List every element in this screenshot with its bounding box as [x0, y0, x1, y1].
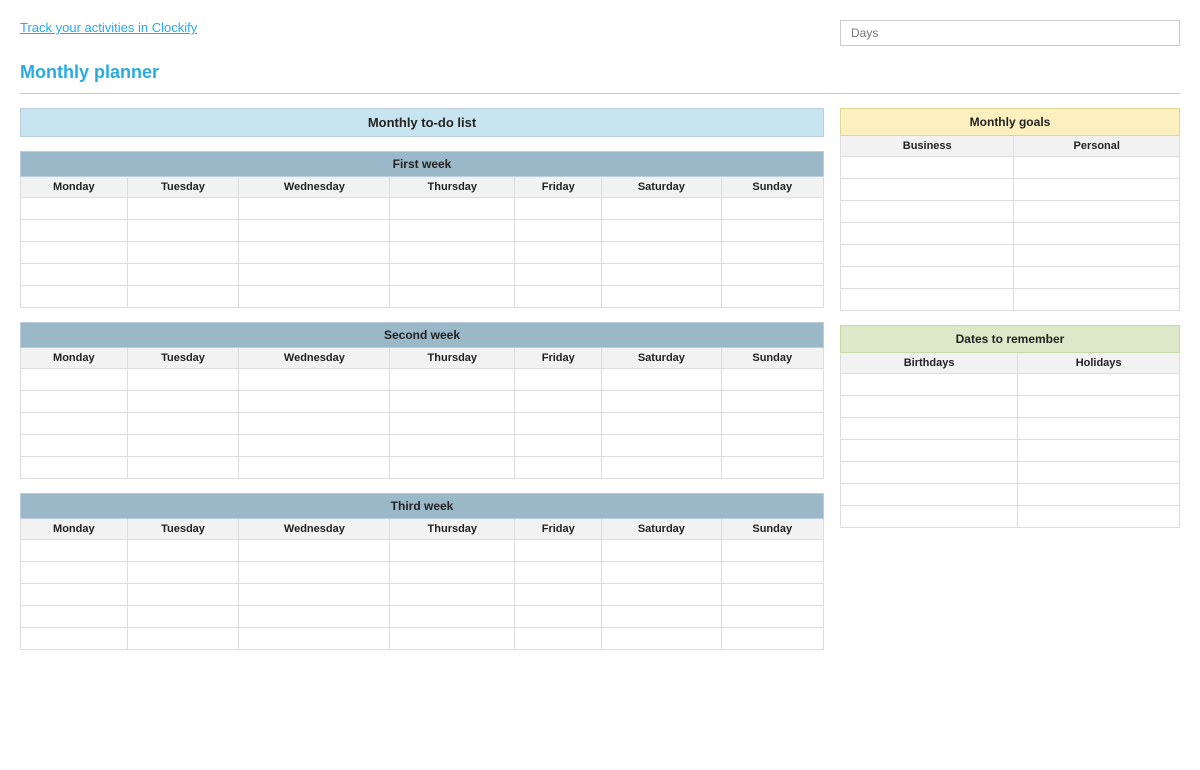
week3-thursday: Thursday	[390, 519, 515, 540]
week1-monday: Monday	[21, 177, 128, 198]
table-row	[21, 606, 824, 628]
week3-friday: Friday	[515, 519, 602, 540]
table-row	[21, 435, 824, 457]
todo-list-container: Monthly to-do list	[20, 108, 824, 137]
dates-subheader-row: Birthdays Holidays	[841, 353, 1180, 374]
week2-table: Second week Monday Tuesday Wednesday Thu…	[20, 322, 824, 479]
dates-title: Dates to remember	[841, 326, 1180, 353]
clockify-link[interactable]: Track your activities in Clockify	[20, 20, 197, 35]
week1-header-row: First week	[21, 152, 824, 177]
list-item	[841, 245, 1180, 267]
table-row	[21, 242, 824, 264]
week2-monday: Monday	[21, 348, 128, 369]
main-layout: Monthly to-do list First week Monday Tue…	[20, 108, 1180, 650]
week3-day-headers: Monday Tuesday Wednesday Thursday Friday…	[21, 519, 824, 540]
list-item	[841, 396, 1180, 418]
week1-sunday: Sunday	[721, 177, 824, 198]
week3-sunday: Sunday	[721, 519, 824, 540]
todo-main-header-table: Monthly to-do list	[20, 108, 824, 137]
list-item	[841, 462, 1180, 484]
week1-day-headers: Monday Tuesday Wednesday Thursday Friday…	[21, 177, 824, 198]
list-item	[841, 289, 1180, 311]
week1-saturday: Saturday	[602, 177, 721, 198]
week2-tuesday: Tuesday	[127, 348, 239, 369]
todo-main-header-row: Monthly to-do list	[21, 109, 824, 137]
table-row	[21, 286, 824, 308]
table-row	[21, 391, 824, 413]
dates-birthdays-header: Birthdays	[841, 353, 1018, 374]
week1-thursday: Thursday	[390, 177, 515, 198]
todo-main-header-cell: Monthly to-do list	[21, 109, 824, 137]
goals-header-row: Monthly goals	[841, 109, 1180, 136]
table-row	[21, 628, 824, 650]
week3-table: Third week Monday Tuesday Wednesday Thur…	[20, 493, 824, 650]
list-item	[841, 201, 1180, 223]
table-row	[21, 413, 824, 435]
table-row	[21, 198, 824, 220]
week1-wednesday: Wednesday	[239, 177, 390, 198]
week2-sunday: Sunday	[721, 348, 824, 369]
list-item	[841, 267, 1180, 289]
page-title: Monthly planner	[20, 62, 1180, 83]
goals-title: Monthly goals	[841, 109, 1180, 136]
week2-wednesday: Wednesday	[239, 348, 390, 369]
table-row	[21, 562, 824, 584]
table-row	[21, 220, 824, 242]
week1-friday: Friday	[515, 177, 602, 198]
table-row	[21, 369, 824, 391]
week3-label: Third week	[21, 494, 824, 519]
week2-friday: Friday	[515, 348, 602, 369]
week1-table: First week Monday Tuesday Wednesday Thur…	[20, 151, 824, 308]
goals-personal-header: Personal	[1014, 136, 1180, 157]
monthly-goals-table: Monthly goals Business Personal	[840, 108, 1180, 311]
week3-wednesday: Wednesday	[239, 519, 390, 540]
dates-header-row: Dates to remember	[841, 326, 1180, 353]
week2-header-row: Second week	[21, 323, 824, 348]
week1-label: First week	[21, 152, 824, 177]
table-row	[21, 584, 824, 606]
dates-to-remember-table: Dates to remember Birthdays Holidays	[840, 325, 1180, 528]
dates-holidays-header: Holidays	[1018, 353, 1180, 374]
week3-saturday: Saturday	[602, 519, 721, 540]
divider	[20, 93, 1180, 94]
list-item	[841, 418, 1180, 440]
list-item	[841, 506, 1180, 528]
list-item	[841, 374, 1180, 396]
days-input[interactable]	[840, 20, 1180, 46]
right-column: Monthly goals Business Personal	[840, 108, 1180, 650]
list-item	[841, 440, 1180, 462]
table-row	[21, 457, 824, 479]
week3-monday: Monday	[21, 519, 128, 540]
goals-business-header: Business	[841, 136, 1014, 157]
table-row	[21, 540, 824, 562]
list-item	[841, 484, 1180, 506]
goals-subheader-row: Business Personal	[841, 136, 1180, 157]
list-item	[841, 157, 1180, 179]
table-row	[21, 264, 824, 286]
week2-saturday: Saturday	[602, 348, 721, 369]
week2-thursday: Thursday	[390, 348, 515, 369]
week3-header-row: Third week	[21, 494, 824, 519]
list-item	[841, 179, 1180, 201]
week2-label: Second week	[21, 323, 824, 348]
week2-day-headers: Monday Tuesday Wednesday Thursday Friday…	[21, 348, 824, 369]
week1-tuesday: Tuesday	[127, 177, 239, 198]
left-column: Monthly to-do list First week Monday Tue…	[20, 108, 824, 650]
week3-tuesday: Tuesday	[127, 519, 239, 540]
list-item	[841, 223, 1180, 245]
